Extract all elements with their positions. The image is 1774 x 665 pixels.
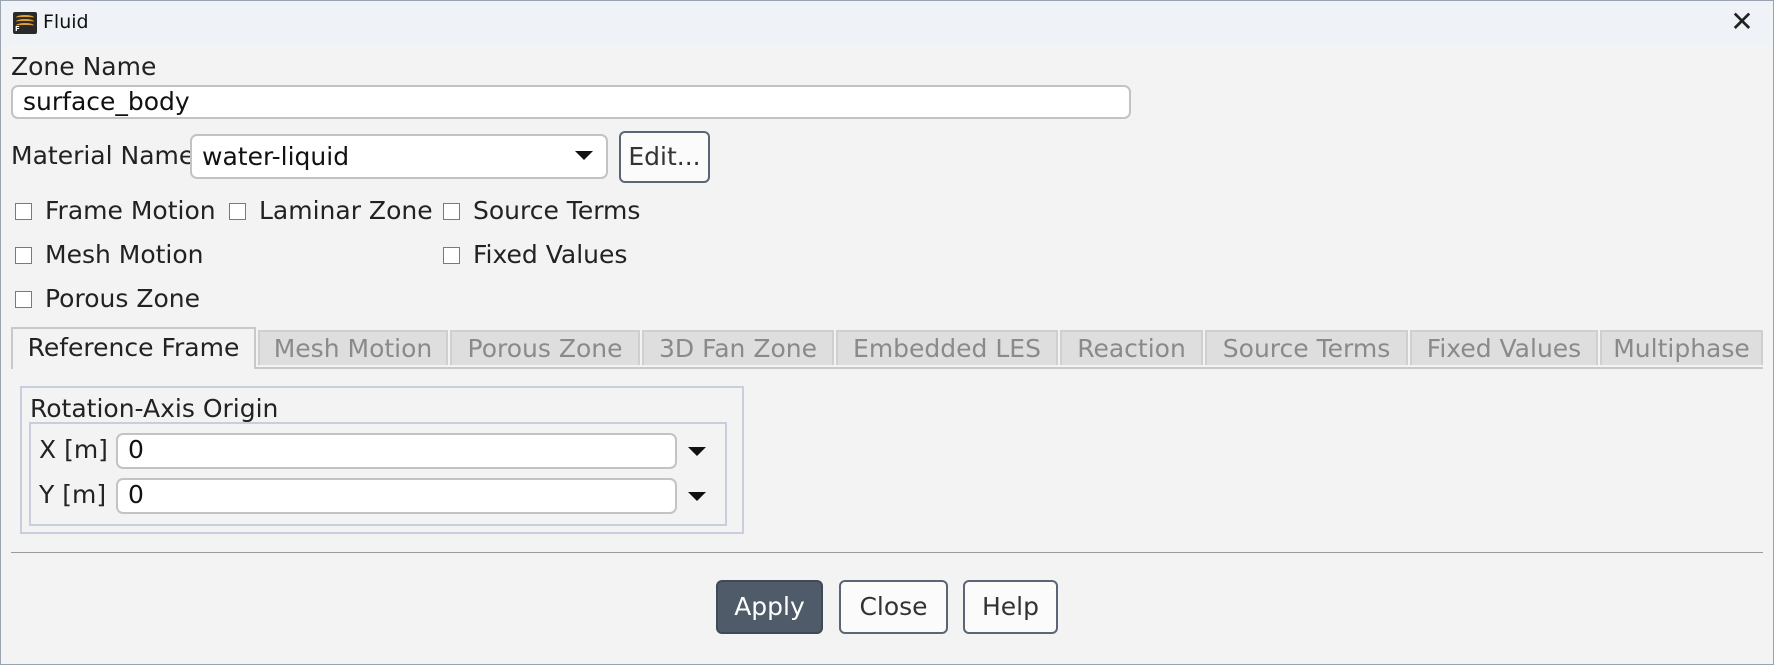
close-icon[interactable]: ✕ [1727, 7, 1757, 37]
fluent-app-icon: F [13, 12, 37, 34]
title-bar: F Fluid ✕ [1, 1, 1773, 45]
material-name-label: Material Name [11, 141, 195, 170]
material-name-dropdown[interactable]: water-liquid [190, 134, 608, 179]
x-param-dropdown-icon[interactable] [688, 447, 706, 456]
tab-reaction[interactable]: Reaction [1060, 330, 1203, 365]
porous-zone-checkbox[interactable]: Porous Zone [15, 284, 225, 315]
material-name-value: water-liquid [202, 142, 350, 171]
help-button[interactable]: Help [963, 580, 1058, 634]
zone-name-label: Zone Name [11, 52, 157, 81]
y-label: Y [m] [39, 480, 107, 509]
tab-fixed-values[interactable]: Fixed Values [1410, 330, 1598, 365]
tab-3d-fan-zone[interactable]: 3D Fan Zone [642, 330, 834, 365]
frame-motion-checkbox[interactable]: Frame Motion [15, 196, 225, 227]
y-param-dropdown-icon[interactable] [688, 492, 706, 501]
rotation-axis-origin-title: Rotation-Axis Origin [30, 394, 279, 423]
button-separator [11, 552, 1763, 553]
fluid-dialog: F Fluid ✕ Zone Name surface_body Materia… [0, 0, 1774, 665]
edit-material-button[interactable]: Edit... [619, 131, 710, 183]
y-origin-input[interactable]: 0 [116, 478, 677, 514]
tab-multiphase[interactable]: Multiphase [1600, 330, 1763, 365]
window-title: Fluid [43, 11, 89, 33]
chevron-down-icon [575, 151, 593, 160]
tab-mesh-motion[interactable]: Mesh Motion [258, 330, 448, 365]
apply-button[interactable]: Apply [716, 580, 823, 634]
tab-divider [11, 367, 1763, 369]
laminar-zone-checkbox[interactable]: Laminar Zone [229, 196, 439, 227]
close-button[interactable]: Close [839, 580, 948, 634]
tab-source-terms[interactable]: Source Terms [1205, 330, 1408, 365]
x-origin-input[interactable]: 0 [116, 433, 677, 469]
mesh-motion-checkbox[interactable]: Mesh Motion [15, 240, 225, 271]
x-label: X [m] [39, 435, 108, 464]
fixed-values-checkbox[interactable]: Fixed Values [443, 240, 653, 271]
tab-embedded-les[interactable]: Embedded LES [836, 330, 1058, 365]
source-terms-checkbox[interactable]: Source Terms [443, 196, 653, 227]
tab-reference-frame[interactable]: Reference Frame [11, 327, 256, 369]
zone-name-input[interactable]: surface_body [11, 85, 1131, 119]
tab-porous-zone[interactable]: Porous Zone [450, 330, 640, 365]
